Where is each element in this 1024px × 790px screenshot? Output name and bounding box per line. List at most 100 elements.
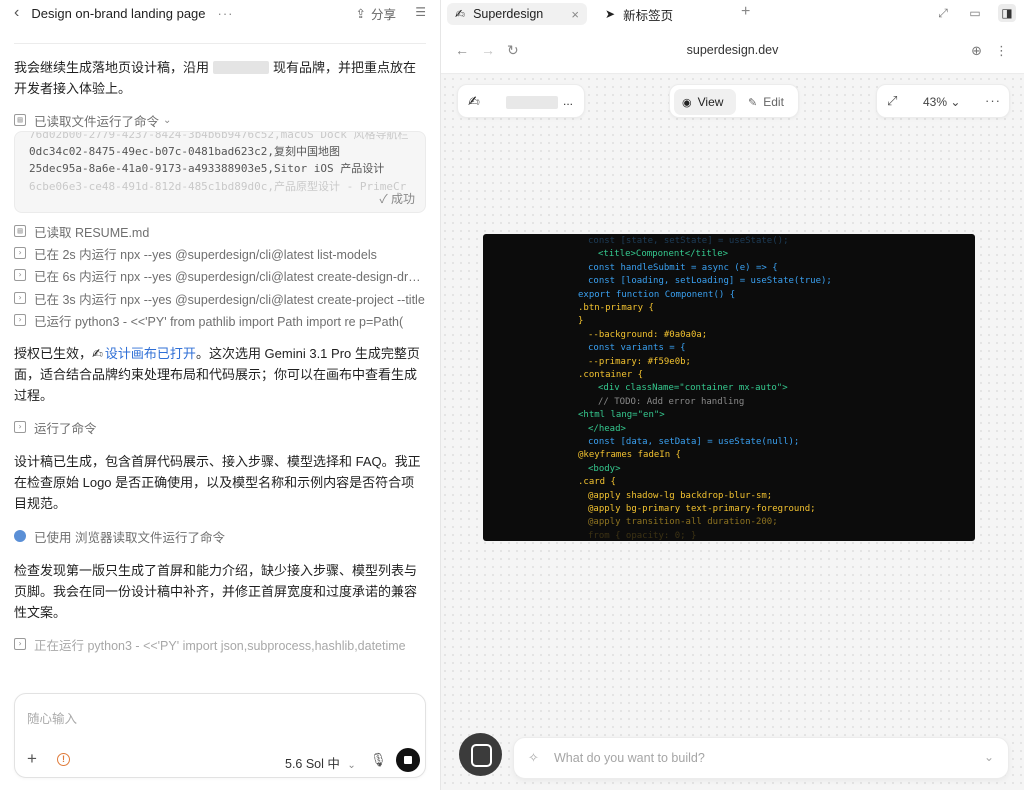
more-options-icon[interactable]: ··· xyxy=(218,6,234,21)
step-running[interactable]: › 正在运行 python3 - <<'PY' import json,subp… xyxy=(14,634,426,654)
code-line: // TODO: Add error handling xyxy=(598,396,745,407)
terminal-icon: › xyxy=(14,247,26,259)
canvas-link[interactable]: 设计画布已打开 xyxy=(105,346,196,361)
chevron-down-icon: ⌄ xyxy=(950,95,961,109)
code-line: const variants = { xyxy=(588,343,686,354)
step-label: 已使用 浏览器读取文件运行了命令 xyxy=(34,530,225,545)
list-settings-icon[interactable]: ☰ xyxy=(415,5,426,19)
window-controls: ⤢ ▭ ◨ xyxy=(934,4,1016,22)
browser-panel: ✍ Superdesign × ➤ 新标签页 + ⤢ ▭ ◨ ← → ↻ sup… xyxy=(441,0,1024,790)
share-icon: ⇪ xyxy=(355,7,366,21)
step-label: 运行了命令 xyxy=(34,421,97,436)
eye-icon: ◉ xyxy=(682,96,692,109)
code-line: @apply shadow-lg backdrop-blur-sm; xyxy=(588,490,773,501)
pencil-icon: ✎ xyxy=(748,96,758,109)
design-preview-code[interactable]: const [state, setState] = useState(); <ti… xyxy=(483,234,975,541)
prompt-input[interactable]: What do you want to build? xyxy=(554,751,705,765)
redacted-brand xyxy=(213,61,270,74)
model-selector[interactable]: 5.6 Sol 中 ⌄ xyxy=(285,753,356,772)
step-used-browser[interactable]: 已使用 浏览器读取文件运行了命令 xyxy=(14,526,426,546)
address-bar: ← → ↻ superdesign.dev ⊕ ⋮ xyxy=(441,26,1024,74)
expand-icon[interactable]: ⤢ xyxy=(934,4,952,22)
redacted-project-name xyxy=(506,96,558,109)
terminal-icon: › xyxy=(14,638,26,650)
command-output-box: 76d02b00-2779-4237-8424-3b4b6b9476c52,ma… xyxy=(14,131,426,213)
step-read-resume[interactable]: ▤ 已读取 RESUME.md xyxy=(14,221,426,241)
output-line-2: 25dec95a-8a6e-41a0-9173-a493388903e5,Sit… xyxy=(29,162,385,175)
terminal-icon: › xyxy=(14,421,26,433)
url-text[interactable]: superdesign.dev xyxy=(441,43,1024,57)
code-line: <div className="container mx-auto"> xyxy=(598,383,788,394)
stop-button[interactable] xyxy=(396,748,420,772)
code-line: const [loading, setLoading] = useState(t… xyxy=(588,276,832,287)
globe-icon xyxy=(14,530,26,542)
add-bookmark-icon[interactable]: ⊕ xyxy=(971,43,982,59)
step-list-models[interactable]: › 已在 2s 内运行 npx --yes @superdesign/cli@l… xyxy=(14,243,426,263)
ellipsis-icon: ... xyxy=(563,94,574,108)
minimize-icon[interactable]: ▭ xyxy=(966,4,984,22)
fullscreen-icon[interactable]: ⤢ xyxy=(887,93,897,109)
step-ran-command[interactable]: › 运行了命令 xyxy=(14,417,426,437)
alert-icon[interactable]: ! xyxy=(57,753,70,766)
edit-button[interactable]: ✎ Edit xyxy=(740,89,796,115)
view-label: View xyxy=(697,95,724,109)
output-status: ✓ 成功 xyxy=(379,192,415,206)
cursor-favicon-icon: ➤ xyxy=(605,7,616,21)
code-line: <html lang="en"> xyxy=(578,410,665,421)
header-divider xyxy=(14,43,426,44)
chat-bubble-button[interactable] xyxy=(459,733,502,776)
code-line: --primary: #f59e0b; xyxy=(588,356,691,367)
terminal-icon: › xyxy=(14,269,26,281)
code-line: } xyxy=(578,316,584,327)
prompt-bar[interactable]: ✧ What do you want to build? ⌄ xyxy=(513,737,1009,779)
code-line: </head> xyxy=(588,423,626,434)
conversation-title: Design on-brand landing page xyxy=(31,5,206,21)
code-line: const handleSubmit = async (e) => { xyxy=(588,262,778,273)
close-tab-icon[interactable]: × xyxy=(571,7,579,22)
composer-input[interactable]: 随心输入 xyxy=(27,708,77,727)
model-label: 5.6 Sol 中 xyxy=(285,757,340,771)
view-button[interactable]: ◉ View xyxy=(674,89,736,115)
share-button[interactable]: ⇪ 分享 xyxy=(356,4,397,23)
assistant-message-intro: 我会继续生成落地页设计稿，沿用 现有品牌，并把重点放在开发者接入体验上。 xyxy=(14,57,426,99)
microphone-icon[interactable]: 🎙 xyxy=(370,752,387,768)
step-python[interactable]: › 已运行 python3 - <<'PY' from pathlib impo… xyxy=(14,310,426,330)
code-line: @apply transition-all duration-200; xyxy=(588,517,778,528)
tab-superdesign[interactable]: ✍ Superdesign × xyxy=(447,3,587,25)
design-canvas[interactable]: ✍ ... ◉ View ✎ Edit ⤢ 43% ⌄ ··· const [s… xyxy=(441,75,1024,790)
add-attachment-icon[interactable]: + xyxy=(27,750,37,767)
code-line: .card { xyxy=(578,477,616,488)
intro-text-a: 我会继续生成落地页设计稿，沿用 xyxy=(14,60,210,75)
step-label: 已运行 python3 - <<'PY' from pathlib import… xyxy=(34,314,404,329)
step-label: 已在 2s 内运行 npx --yes @superdesign/cli@lat… xyxy=(34,247,377,262)
output-line-1: 0dc34c02-8475-49ec-b07c-0481bad623c2,复刻中… xyxy=(29,145,341,158)
book-icon: ▤ xyxy=(14,114,26,126)
zoom-dropdown[interactable]: 43% ⌄ xyxy=(923,95,960,109)
step-read-run[interactable]: ▤ 已读取文件运行了命令 ⌄ xyxy=(14,110,426,130)
more-vertical-icon[interactable]: ⋮ xyxy=(995,43,1008,59)
code-line: <title>Component</title> xyxy=(598,249,729,260)
superdesign-favicon-icon: ✍ xyxy=(455,7,466,21)
chevron-down-icon: ⌄ xyxy=(347,760,356,771)
new-tab-icon[interactable]: + xyxy=(741,3,750,21)
code-line: from { opacity: 0; } xyxy=(588,530,697,541)
view-edit-toggle: ◉ View ✎ Edit xyxy=(669,84,799,118)
chevron-down-icon[interactable]: ⌄ xyxy=(984,750,994,764)
step-create-design[interactable]: › 已在 6s 内运行 npx --yes @superdesign/cli@l… xyxy=(14,265,426,285)
terminal-icon: › xyxy=(14,314,26,326)
terminal-icon: › xyxy=(14,292,26,304)
output-line-3: 6cbe06e3-ce48-491d-812d-485c1bd89d0c,产品原… xyxy=(29,180,407,193)
back-arrow-icon[interactable]: ‹ xyxy=(14,4,19,22)
tab-new-tab[interactable]: ➤ 新标签页 xyxy=(601,3,677,25)
tab-label: Superdesign xyxy=(473,7,544,21)
more-options-icon[interactable]: ··· xyxy=(985,93,1001,108)
chevron-down-icon[interactable]: ⌄ xyxy=(163,115,171,126)
assistant-message-check: 检查发现第一版只生成了首屏和能力介绍，缺少接入步骤、模型列表与页脚。我会在同一份… xyxy=(14,563,418,620)
step-create-project[interactable]: › 已在 3s 内运行 npx --yes @superdesign/cli@l… xyxy=(14,288,426,308)
sidebar-toggle-icon[interactable]: ◨ xyxy=(998,4,1016,22)
book-icon: ▤ xyxy=(14,225,26,237)
superdesign-logo-icon: ✍ xyxy=(92,346,103,361)
code-line: const [data, setData] = useState(null); xyxy=(588,437,800,447)
step-label: 已在 3s 内运行 npx --yes @superdesign/cli@lat… xyxy=(34,292,425,307)
project-selector[interactable]: ✍ ... xyxy=(457,84,585,118)
